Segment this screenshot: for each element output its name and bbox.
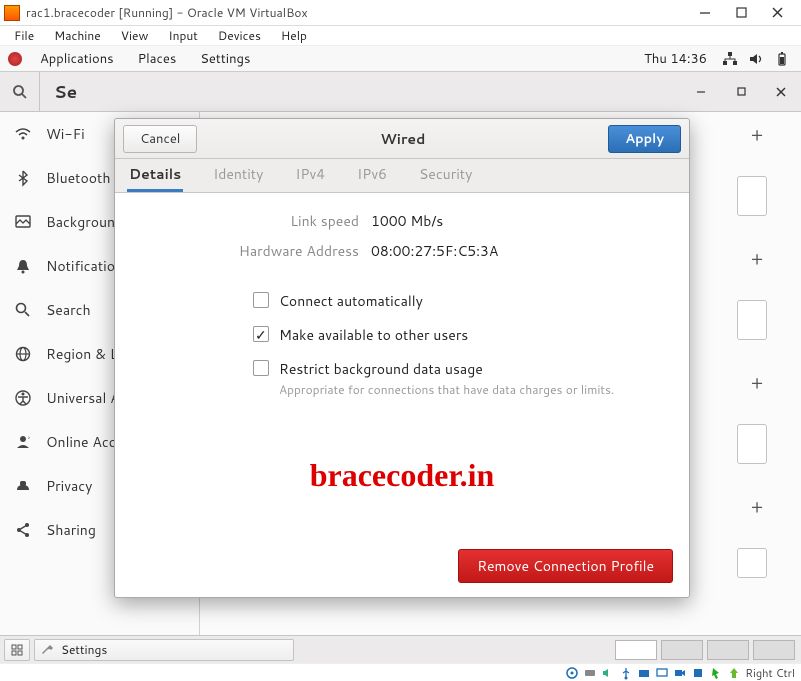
sidebar-item-label: Region & L	[46, 344, 118, 364]
clock[interactable]: Thu 14:36	[634, 50, 717, 68]
settings-title: Se	[40, 80, 681, 104]
accessibility-icon	[14, 389, 32, 407]
taskbar-settings-button[interactable]: Settings	[34, 639, 294, 661]
virtualbox-app-icon	[4, 5, 20, 21]
restrict-background-checkbox[interactable]	[253, 360, 269, 376]
connection-dialog: Cancel Wired Apply Details Identity IPv4…	[114, 118, 690, 598]
tab-security[interactable]: Security	[417, 159, 474, 192]
vb-menu-view[interactable]: View	[111, 27, 159, 44]
vb-mouse-integration-icon[interactable]	[709, 666, 723, 680]
hardware-address-label: Hardware Address	[115, 241, 371, 261]
workspace-4[interactable]	[753, 640, 795, 660]
globe-icon	[14, 345, 32, 363]
close-button[interactable]	[759, 3, 795, 23]
connect-automatically-label: Connect automatically	[279, 291, 423, 311]
vb-menu-help[interactable]: Help	[271, 27, 317, 44]
vb-menu-file[interactable]: File	[4, 27, 44, 44]
bluetooth-icon	[14, 169, 32, 187]
profile-stub-button[interactable]	[737, 176, 767, 216]
sidebar-item-label: Wi-Fi	[46, 124, 85, 144]
settings-maximize-button[interactable]	[721, 72, 761, 112]
vb-hdd-icon[interactable]	[583, 666, 597, 680]
privacy-icon	[14, 477, 32, 495]
gnome-places-menu[interactable]: Places	[126, 50, 189, 68]
maximize-button[interactable]	[723, 3, 759, 23]
tab-identity[interactable]: Identity	[211, 159, 265, 192]
link-speed-value: 1000 Mb/s	[371, 211, 443, 231]
taskbar-label: Settings	[61, 641, 107, 658]
make-available-label: Make available to other users	[279, 325, 468, 345]
sound-icon[interactable]	[748, 51, 764, 67]
sidebar-item-label: Search	[46, 300, 91, 320]
sidebar-item-label: Background	[46, 212, 123, 232]
wifi-icon	[14, 125, 32, 143]
gnome-settings-menu[interactable]: Settings	[188, 50, 262, 68]
workspace-1[interactable]	[615, 640, 657, 660]
watermark-text: bracecoder.in	[115, 457, 689, 494]
add-button[interactable]: +	[747, 248, 767, 268]
dialog-title: Wired	[197, 129, 608, 149]
tab-ipv4[interactable]: IPv4	[293, 159, 327, 192]
sidebar-item-label: Online Acc	[46, 432, 116, 452]
vb-keyboard-capture-icon[interactable]	[727, 666, 741, 680]
sidebar-item-label: Bluetooth	[46, 168, 110, 188]
vb-menu-machine[interactable]: Machine	[44, 27, 111, 44]
svg-text:›: ›	[28, 433, 30, 443]
connect-automatically-checkbox[interactable]	[253, 292, 269, 308]
show-desktop-button[interactable]	[4, 639, 30, 661]
profile-stub-button[interactable]	[737, 300, 767, 340]
link-speed-label: Link speed	[115, 211, 371, 231]
tab-ipv6[interactable]: IPv6	[355, 159, 389, 192]
activities-icon[interactable]	[8, 52, 22, 66]
wrench-icon	[41, 643, 55, 657]
minimize-button[interactable]	[687, 3, 723, 23]
profile-stub-button[interactable]	[737, 548, 767, 578]
search-toggle-button[interactable]	[0, 72, 40, 112]
add-button[interactable]: +	[747, 372, 767, 392]
gnome-applications-menu[interactable]: Applications	[28, 50, 126, 68]
sidebar-item-label: Privacy	[46, 476, 92, 496]
search-icon	[14, 301, 32, 319]
apply-button[interactable]: Apply	[608, 125, 681, 153]
tab-details[interactable]: Details	[127, 159, 183, 192]
restrict-background-desc: Appropriate for connections that have da…	[279, 381, 614, 398]
vb-menu-input[interactable]: Input	[158, 27, 208, 44]
workspace-3[interactable]	[707, 640, 749, 660]
make-available-checkbox[interactable]	[253, 326, 269, 342]
vb-menu-devices[interactable]: Devices	[208, 27, 271, 44]
bell-icon	[14, 257, 32, 275]
add-button[interactable]: +	[747, 124, 767, 144]
vb-disc-icon[interactable]	[565, 666, 579, 680]
vb-cpu-icon[interactable]	[691, 666, 705, 680]
network-icon[interactable]	[722, 51, 738, 67]
window-title: rac1.bracecoder [Running] - Oracle VM Vi…	[26, 4, 687, 21]
vb-audio-icon[interactable]	[601, 666, 615, 680]
online-accounts-icon: ›	[14, 433, 32, 451]
share-icon	[14, 521, 32, 539]
add-button[interactable]: +	[747, 496, 767, 516]
background-icon	[14, 213, 32, 231]
cancel-button[interactable]: Cancel	[123, 125, 197, 153]
vb-shared-folder-icon[interactable]	[637, 666, 651, 680]
hardware-address-value: 08:00:27:5F:C5:3A	[371, 241, 498, 261]
settings-minimize-button[interactable]	[681, 72, 721, 112]
vb-recording-icon[interactable]	[673, 666, 687, 680]
workspace-2[interactable]	[661, 640, 703, 660]
remove-connection-button[interactable]: Remove Connection Profile	[458, 549, 673, 583]
settings-close-button[interactable]	[761, 72, 801, 112]
sidebar-item-label: Universal A	[46, 388, 120, 408]
vb-display-icon[interactable]	[655, 666, 669, 680]
battery-icon[interactable]	[774, 51, 790, 67]
restrict-background-label: Restrict background data usage	[279, 359, 614, 379]
host-key-label: Right Ctrl	[745, 665, 795, 681]
sidebar-item-label: Sharing	[46, 520, 96, 540]
vb-usb-icon[interactable]	[619, 666, 633, 680]
profile-stub-button[interactable]	[737, 424, 767, 464]
